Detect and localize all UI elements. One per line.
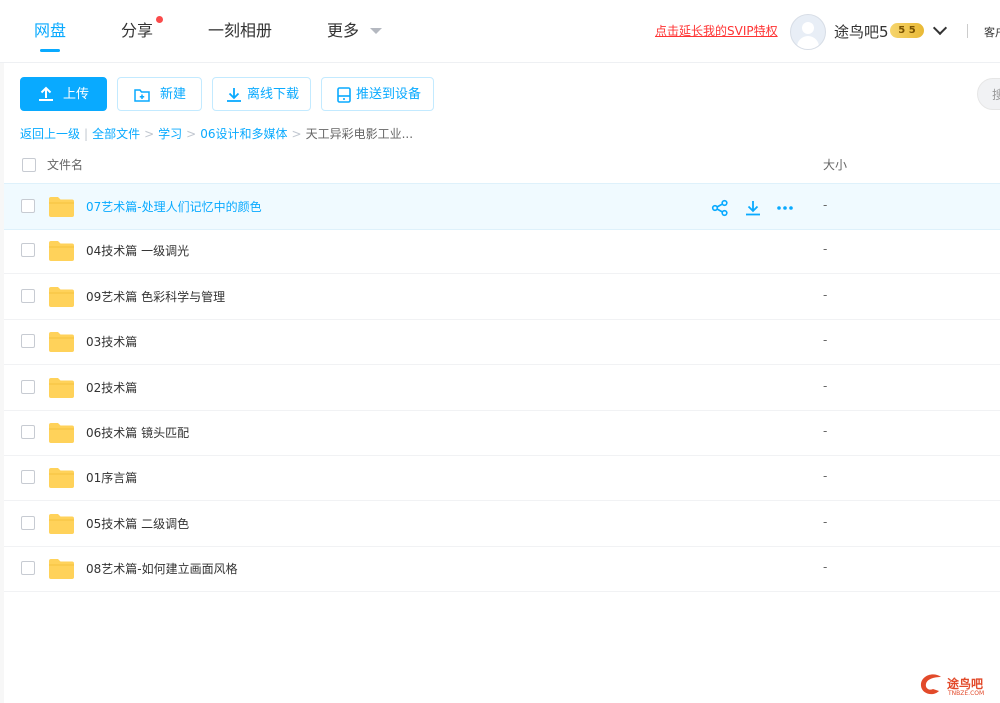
back-link[interactable]: 返回上一级 (20, 127, 80, 141)
file-name-link[interactable]: 01序言篇 (86, 469, 137, 486)
svip-renew-link[interactable]: 点击延长我的SVIP特权 (655, 22, 778, 39)
avatar[interactable] (790, 14, 826, 50)
folder-icon (49, 468, 74, 489)
breadcrumb-current: 天工异彩电影工业... (305, 127, 414, 141)
row-checkbox[interactable] (21, 334, 35, 349)
tab-share[interactable]: 分享 (121, 0, 153, 62)
row-checkbox[interactable] (21, 288, 35, 303)
folder-icon (49, 513, 74, 534)
folder-icon (49, 286, 74, 307)
table-row[interactable]: 09艺术篇 色彩科学与管理 - (4, 274, 1000, 320)
customer-service-link[interactable]: 客户 (984, 24, 1000, 40)
file-name-link[interactable]: 08艺术篇-如何建立画面风格 (86, 560, 238, 577)
row-checkbox[interactable] (21, 243, 35, 258)
select-all-checkbox[interactable] (22, 158, 36, 172)
file-size: - (823, 424, 828, 438)
push-to-device-button[interactable]: 推送到设备 (321, 77, 434, 111)
device-icon (337, 87, 351, 103)
folder-icon (49, 241, 74, 262)
chevron-down-icon[interactable] (370, 28, 382, 34)
file-size: - (823, 242, 828, 257)
folder-icon (49, 423, 74, 443)
table-row[interactable]: 05技术篇 二级调色 - (4, 501, 1000, 547)
file-size: - (823, 469, 828, 484)
upload-button[interactable]: 上传 (20, 77, 107, 111)
folder-icon (49, 197, 74, 217)
breadcrumb: 返回上一级 | 全部文件 > 学习 >06设计和多媒体 > 天工异彩电影工业... (20, 127, 414, 141)
column-name-header[interactable]: 文件名 (47, 156, 83, 173)
bird-logo-icon (920, 674, 941, 695)
breadcrumb-item-design[interactable]: 06设计和多媒体 (200, 127, 287, 141)
folder-icon (49, 559, 74, 580)
row-checkbox[interactable] (21, 425, 35, 439)
file-size: - (823, 378, 828, 393)
file-name-link[interactable]: 04技术篇 一级调光 (86, 242, 189, 259)
breadcrumb-item-study[interactable]: 学习 (158, 127, 182, 141)
tab-more[interactable]: 更多 (327, 0, 359, 62)
table-row[interactable]: 08艺术篇-如何建立画面风格 - (4, 546, 1000, 593)
share-icon[interactable] (711, 199, 729, 217)
file-name-link[interactable]: 06技术篇 镜头匹配 (86, 424, 189, 441)
column-size-header[interactable]: 大小 (823, 156, 847, 173)
row-checkbox[interactable] (21, 199, 35, 213)
table-row[interactable]: 04技术篇 一级调光 - (4, 228, 1000, 275)
file-size: - (823, 287, 828, 302)
table-header: 文件名 大小 (20, 155, 1000, 175)
upload-icon (39, 86, 53, 101)
table-row[interactable]: 03技术篇 - (4, 319, 1000, 366)
notification-dot (156, 16, 163, 23)
table-row[interactable]: 06技术篇 镜头匹配 - (4, 410, 1000, 456)
breadcrumb-item-all-files[interactable]: 全部文件 (92, 127, 140, 141)
download-icon[interactable] (744, 199, 762, 217)
new-folder-icon (134, 89, 150, 102)
site-watermark: 途鸟吧 TNBZE.COM (917, 672, 997, 700)
row-checkbox[interactable] (21, 470, 35, 485)
tab-album[interactable]: 一刻相册 (208, 0, 272, 62)
row-checkbox[interactable] (21, 561, 35, 576)
file-size: - (823, 514, 828, 529)
file-name-link[interactable]: 03技术篇 (86, 333, 137, 350)
more-options-icon[interactable] (776, 199, 794, 217)
file-name-link[interactable]: 02技术篇 (86, 379, 137, 396)
tab-netdisk[interactable]: 网盘 (34, 0, 66, 62)
divider (967, 24, 968, 38)
offline-download-button[interactable]: 离线下载 (212, 77, 311, 111)
file-name-link[interactable]: 07艺术篇-处理人们记忆中的颜色 (86, 198, 262, 215)
table-row[interactable]: 07艺术篇-处理人们记忆中的颜色 - (4, 183, 1000, 230)
row-checkbox[interactable] (21, 515, 35, 530)
top-navigation-bar: 网盘 分享 一刻相册 更多 点击延长我的SVIP特权 途鸟吧5 5 5 客户 (0, 0, 1000, 63)
new-folder-button[interactable]: 新建 (117, 77, 202, 111)
active-tab-indicator (40, 49, 60, 52)
file-size: - (823, 333, 828, 348)
username[interactable]: 途鸟吧5 (834, 21, 889, 42)
folder-icon (49, 332, 74, 353)
vip-level-badge: 5 5 (890, 23, 924, 38)
file-name-link[interactable]: 05技术篇 二级调色 (86, 515, 189, 532)
file-name-link[interactable]: 09艺术篇 色彩科学与管理 (86, 288, 225, 305)
table-row[interactable]: 02技术篇 - (4, 365, 1000, 411)
divider: | (84, 127, 89, 141)
table-row[interactable]: 01序言篇 - (4, 455, 1000, 502)
folder-icon (49, 377, 74, 398)
row-checkbox[interactable] (21, 379, 35, 394)
file-size: - (823, 560, 828, 575)
account-dropdown-icon[interactable] (932, 20, 948, 36)
file-size: - (823, 198, 828, 212)
download-icon (227, 88, 241, 102)
